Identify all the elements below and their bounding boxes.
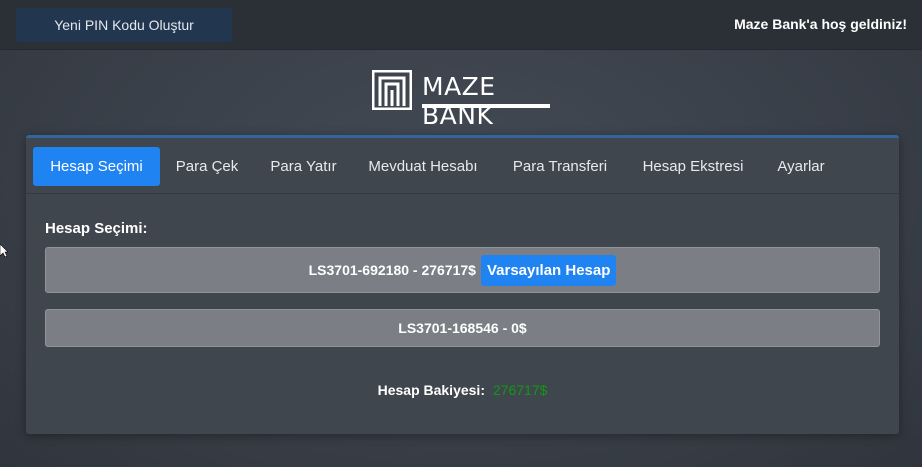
balance-label: Hesap Bakiyesi: xyxy=(377,382,485,398)
tab-settings[interactable]: Ayarlar xyxy=(768,147,834,186)
tab-account-selection[interactable]: Hesap Seçimi xyxy=(33,147,160,186)
section-title: Hesap Seçimi: xyxy=(45,220,148,237)
new-pin-button[interactable]: Yeni PIN Kodu Oluştur xyxy=(16,8,232,42)
default-account-badge: Varsayılan Hesap xyxy=(480,254,617,286)
welcome-text: Maze Bank'a hoş geldiniz! xyxy=(734,16,907,32)
tab-deposit[interactable]: Para Yatır xyxy=(260,147,347,186)
account-label: LS3701-692180 - 276717$ xyxy=(308,262,476,278)
account-option-default[interactable]: LS3701-692180 - 276717$ Varsayılan Hesap xyxy=(45,247,880,293)
tab-savings-account[interactable]: Mevduat Hesabı xyxy=(359,147,487,186)
logo-text: MAZE BANK xyxy=(422,72,496,130)
bank-logo: MAZE BANK xyxy=(372,70,552,130)
account-option[interactable]: LS3701-168546 - 0$ xyxy=(45,309,880,347)
maze-bank-logo-icon xyxy=(372,70,412,110)
tab-bar: Hesap Seçimi Para Çek Para Yatır Mevduat… xyxy=(26,138,899,194)
balance-value: 276717$ xyxy=(492,382,548,398)
account-balance: Hesap Bakiyesi: 276717$ xyxy=(26,382,899,398)
mouse-cursor-icon xyxy=(0,244,8,258)
bank-panel: Hesap Seçimi Para Çek Para Yatır Mevduat… xyxy=(26,135,899,434)
top-bar: Yeni PIN Kodu Oluştur Maze Bank'a hoş ge… xyxy=(0,0,922,50)
tab-statement[interactable]: Hesap Ekstresi xyxy=(632,147,754,186)
account-label: LS3701-168546 - 0$ xyxy=(398,320,527,336)
logo-underline xyxy=(422,104,550,108)
tab-withdraw[interactable]: Para Çek xyxy=(166,147,248,186)
tab-transfer[interactable]: Para Transferi xyxy=(504,147,616,186)
